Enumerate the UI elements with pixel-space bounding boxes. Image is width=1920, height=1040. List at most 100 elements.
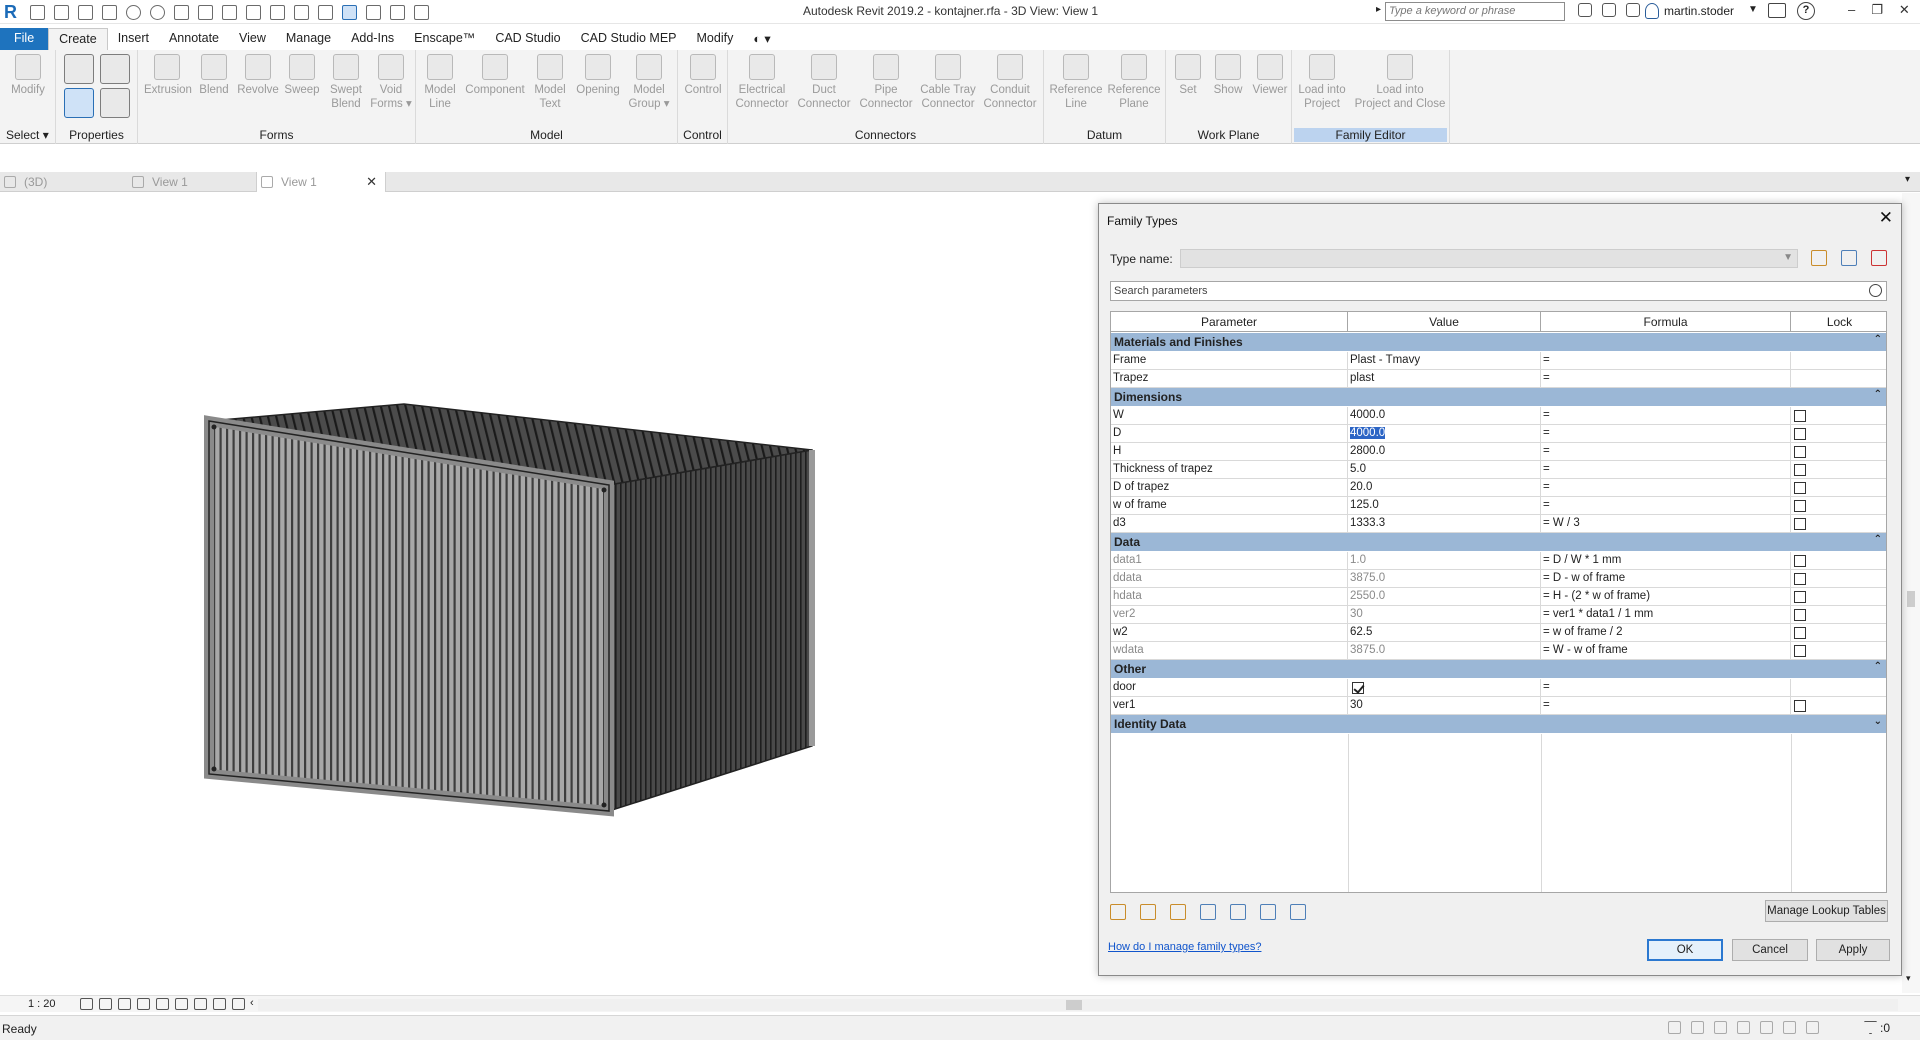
parameter-name[interactable]: W [1111,407,1348,425]
delete-type-icon[interactable] [1871,250,1887,266]
tabs-menu-icon[interactable]: ▾ [1905,174,1910,185]
lock-checkbox[interactable] [1794,591,1806,603]
expand-icon[interactable]: ⌄ [1874,716,1882,727]
select-underlay-icon[interactable] [1691,1021,1704,1034]
sort-descending-icon[interactable] [1290,904,1306,920]
parameter-name[interactable]: w2 [1111,624,1348,642]
hide-isolate-icon[interactable] [232,998,245,1010]
apply-button[interactable]: Apply [1816,939,1890,961]
parameter-formula[interactable]: = [1541,425,1791,443]
crop-view-icon[interactable] [175,998,188,1010]
visual-style-icon[interactable] [99,998,112,1010]
manage-lookup-tables-button[interactable]: Manage Lookup Tables [1765,900,1888,922]
void-forms-button[interactable]: Void Forms ▾ [370,54,412,111]
switch-windows-icon[interactable] [390,4,405,20]
column-header-value[interactable]: Value [1348,312,1541,332]
table-row[interactable]: D 4000.0 = [1111,425,1886,443]
home-icon[interactable] [30,4,45,20]
parameter-name[interactable]: w of frame [1111,497,1348,515]
tab-file[interactable]: File [0,28,49,50]
parameter-name[interactable]: data1 [1111,552,1348,570]
print-icon[interactable] [174,4,189,20]
value-checkbox[interactable] [1352,682,1364,694]
container-model[interactable] [200,393,820,823]
help-icon[interactable]: ? [1797,2,1815,20]
tab-enscape[interactable]: Enscape™ [404,28,485,50]
rendering-icon[interactable] [156,998,169,1010]
parameter-name[interactable]: d3 [1111,515,1348,533]
type-name-dropdown[interactable]: ▼ [1180,249,1798,268]
parameter-formula[interactable]: = [1541,407,1791,425]
group-header[interactable]: Materials and Finishes ⌃ [1111,333,1886,351]
control-button[interactable]: Control [681,54,725,97]
lock-checkbox[interactable] [1794,645,1806,657]
text-icon[interactable] [270,4,285,20]
tab-insert[interactable]: Insert [108,28,159,50]
parameter-formula[interactable]: = W - w of frame [1541,642,1791,660]
parameter-formula[interactable]: = ver1 * data1 / 1 mm [1541,606,1791,624]
parameter-value[interactable]: 2800.0 [1348,443,1541,461]
component-button[interactable]: Component [462,54,528,97]
parameter-value[interactable]: 20.0 [1348,479,1541,497]
parameter-formula[interactable]: = [1541,461,1791,479]
shadows-icon[interactable] [137,998,150,1010]
model-group-button[interactable]: Model Group ▾ [626,54,672,111]
parameter-formula[interactable]: = [1541,370,1791,388]
scroll-down-icon[interactable]: ▾ [1906,973,1911,984]
select-links-icon[interactable] [1668,1021,1681,1034]
parameter-value[interactable]: plast [1348,370,1541,388]
electrical-connector-button[interactable]: Electrical Connector [732,54,792,111]
parameter-name[interactable]: hdata [1111,588,1348,606]
parameter-value[interactable]: 5.0 [1348,461,1541,479]
table-row[interactable]: Frame Plast - Tmavy = [1111,352,1886,370]
new-type-icon[interactable] [1811,250,1827,266]
lock-checkbox[interactable] [1794,482,1806,494]
vertical-scrollbar[interactable]: ▾ [1902,193,1920,993]
table-row[interactable]: hdata 2550.0 = H - (2 * w of frame) [1111,588,1886,606]
parameter-formula[interactable]: = D / W * 1 mm [1541,552,1791,570]
parameter-name[interactable]: wdata [1111,642,1348,660]
column-header-formula[interactable]: Formula [1541,312,1791,332]
collapse-icon[interactable]: ⌃ [1874,661,1882,672]
measure-icon[interactable] [198,4,213,20]
scroll-left-icon[interactable]: ‹ [250,997,254,1009]
viewer-button[interactable]: Viewer [1250,54,1290,97]
customize-qat-icon[interactable] [414,4,429,20]
set-button[interactable]: Set [1170,54,1206,97]
table-row[interactable]: w2 62.5 = w of frame / 2 [1111,624,1886,642]
group-header[interactable]: Identity Data ⌄ [1111,715,1886,733]
load-into-project-and-close-button[interactable]: Load into Project and Close [1352,54,1448,111]
tab-cad-studio-mep[interactable]: CAD Studio MEP [571,28,687,50]
rename-type-icon[interactable] [1841,250,1857,266]
table-row[interactable]: wdata 3875.0 = W - w of frame [1111,642,1886,660]
detail-level-icon[interactable] [80,998,93,1010]
sun-path-icon[interactable] [118,998,131,1010]
collapse-icon[interactable]: ⌃ [1874,389,1882,400]
parameter-value[interactable]: 125.0 [1348,497,1541,515]
parameter-value[interactable] [1348,679,1541,697]
tab-annotate[interactable]: Annotate [159,28,229,50]
view-tab-view-1-active[interactable]: View 1 ✕ [256,172,386,192]
pipe-connector-button[interactable]: Pipe Connector [856,54,916,111]
parameter-value[interactable]: 3875.0 [1348,642,1541,660]
show-crop-icon[interactable] [194,998,207,1010]
subscription-icon[interactable] [1602,3,1616,17]
table-row[interactable]: d3 1333.3 = W / 3 [1111,515,1886,533]
table-row[interactable]: W 4000.0 = [1111,407,1886,425]
parameter-name[interactable]: D [1111,425,1348,443]
settings-icon[interactable] [1806,1021,1819,1034]
sort-ascending-icon[interactable] [1260,904,1276,920]
table-row[interactable]: Trapez plast = [1111,370,1886,388]
lock-checkbox[interactable] [1794,428,1806,440]
opening-button[interactable]: Opening [572,54,624,97]
lock-checkbox[interactable] [1794,464,1806,476]
parameter-value[interactable]: 30 [1348,697,1541,715]
close-tab-icon[interactable]: ✕ [366,174,377,190]
reference-plane-button[interactable]: Reference Plane [1106,54,1162,111]
table-row[interactable]: Thickness of trapez 5.0 = [1111,461,1886,479]
tab-modify[interactable]: Modify [687,28,744,50]
view-scale[interactable]: 1 : 20 [28,998,56,1010]
lock-checkbox[interactable] [1794,609,1806,621]
help-link[interactable]: How do I manage family types? [1108,941,1261,953]
close-icon[interactable]: ✕ [1899,2,1910,18]
